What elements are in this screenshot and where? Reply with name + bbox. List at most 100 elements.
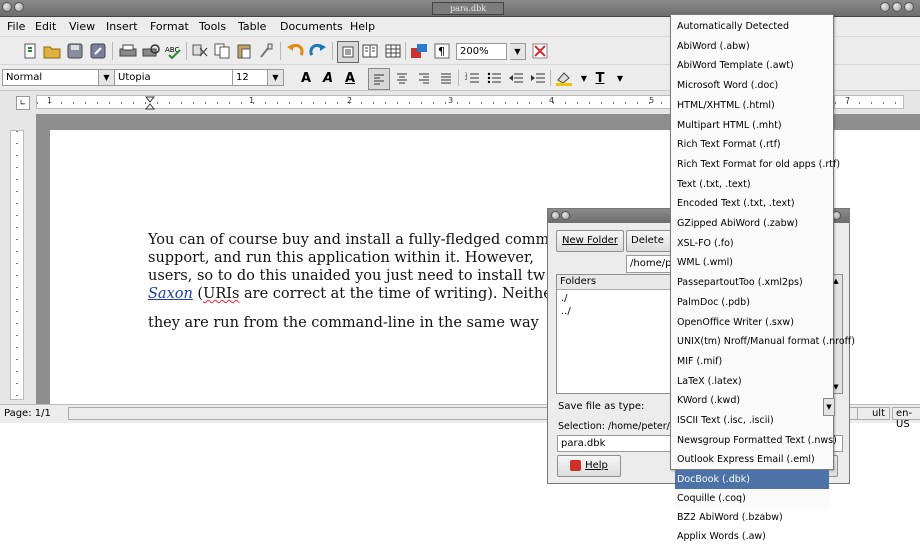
new-document-icon[interactable] [20, 41, 40, 61]
zoom-select[interactable]: 200% [456, 43, 507, 60]
file-type-option[interactable]: Text (.txt, .text) [675, 175, 829, 195]
numbered-list-icon[interactable]: 12 [462, 68, 482, 88]
file-type-option[interactable]: UNIX(tm) Nroff/Manual format (.nroff) [675, 332, 855, 352]
file-type-option[interactable]: LaTeX (.latex) [675, 372, 829, 392]
print-preview-icon[interactable] [141, 41, 161, 61]
italic-button[interactable]: A [318, 68, 338, 88]
folder-item[interactable]: ../ [557, 305, 670, 318]
new-folder-button[interactable]: New Folder [556, 230, 624, 252]
highlight-color-icon[interactable] [554, 68, 574, 88]
spelling-error[interactable]: URIs [203, 286, 239, 302]
window-menu-icon[interactable] [551, 211, 560, 220]
increase-indent-icon[interactable] [528, 68, 548, 88]
file-type-option[interactable]: PassepartoutToo (.xml2ps) [675, 273, 829, 293]
minimize-icon[interactable] [880, 2, 890, 12]
copy-icon[interactable] [212, 41, 232, 61]
file-type-option[interactable]: AbiWord Template (.awt) [675, 56, 829, 76]
file-type-option[interactable]: AbiWord (.abw) [675, 37, 829, 57]
font-size-select[interactable]: 12 ▼ [232, 69, 284, 86]
print-icon[interactable] [118, 41, 138, 61]
menu-documents[interactable]: Documents [280, 20, 343, 33]
file-type-option[interactable]: PalmDoc (.pdb) [675, 293, 829, 313]
decrease-indent-icon[interactable] [506, 68, 526, 88]
file-type-option[interactable]: KWord (.kwd) [675, 391, 829, 411]
menu-view[interactable]: View [69, 20, 95, 33]
file-type-option[interactable]: Automatically Detected [675, 17, 829, 37]
file-type-option[interactable]: Outlook Express Email (.eml) [675, 450, 829, 470]
align-center-button[interactable] [392, 68, 412, 88]
menu-edit[interactable]: Edit [35, 20, 56, 33]
menu-table[interactable]: Table [238, 20, 266, 33]
window-menu-icon[interactable] [2, 2, 12, 12]
file-type-option[interactable]: GZipped AbiWord (.zabw) [675, 214, 829, 234]
maximize-icon[interactable] [892, 2, 902, 12]
menu-tools[interactable]: Tools [199, 20, 226, 33]
document-line-5[interactable]: they are run from the command-line in th… [148, 314, 539, 333]
document-line-4[interactable]: Saxon (URIs are correct at the time of w… [148, 285, 552, 304]
text-color-button[interactable]: T [590, 68, 610, 88]
paste-icon[interactable] [234, 41, 254, 61]
document-line-1[interactable]: You can of course buy and install a full… [148, 231, 549, 250]
spellcheck-icon[interactable]: ABC [164, 41, 184, 61]
zoom-settings-icon[interactable] [530, 41, 550, 61]
file-type-option[interactable]: Multipart HTML (.mht) [675, 116, 829, 136]
indent-marker-icon[interactable] [145, 96, 155, 110]
file-type-option[interactable]: Microsoft Word (.doc) [675, 76, 829, 96]
menu-help[interactable]: Help [350, 20, 375, 33]
table-icon[interactable] [383, 41, 403, 61]
file-type-option[interactable]: Newsgroup Formatted Text (.nws) [675, 431, 837, 451]
document-line-3[interactable]: users, so to do this unaided you just ne… [148, 267, 545, 286]
font-select[interactable]: ▼ Utopia [98, 69, 238, 86]
file-type-option[interactable]: OpenOffice Writer (.sxw) [675, 313, 829, 333]
shade-icon[interactable] [561, 211, 570, 220]
document-line-2[interactable]: support, and run this application within… [148, 249, 534, 268]
horizontal-ruler[interactable]: 1 1 2 3 4 5 [36, 95, 716, 110]
file-type-option[interactable]: Rich Text Format for old apps (.rtf) [675, 155, 840, 175]
file-type-option[interactable]: Coquille (.coq) [675, 489, 829, 509]
close-icon[interactable] [904, 2, 914, 12]
pilcrow-icon[interactable]: ¶ [432, 41, 452, 61]
vertical-ruler-track[interactable] [10, 130, 24, 400]
align-justify-button[interactable] [436, 68, 456, 88]
align-right-button[interactable] [414, 68, 434, 88]
cut-icon[interactable] [190, 41, 210, 61]
file-type-option-selected[interactable]: DocBook (.dbk) [675, 470, 829, 490]
file-type-option[interactable]: Encoded Text (.txt, .text) [675, 194, 829, 214]
undo-icon[interactable] [285, 41, 305, 61]
save-icon[interactable] [65, 41, 85, 61]
file-type-option[interactable]: Applix Words (.aw) [675, 527, 829, 546]
format-painter-icon[interactable] [256, 41, 276, 61]
shade-icon[interactable] [14, 2, 24, 12]
folder-item[interactable]: ./ [557, 292, 670, 305]
chevron-down-icon[interactable]: ▼ [823, 398, 835, 416]
menu-insert[interactable]: Insert [106, 20, 138, 33]
underline-button[interactable]: A [340, 68, 360, 88]
file-type-option[interactable]: MIF (.mif) [675, 352, 829, 372]
window-menu-buttons[interactable] [2, 2, 28, 13]
file-type-option[interactable]: ISCII Text (.isc, .iscii) [675, 411, 829, 431]
path-select[interactable]: /home/pe [626, 255, 678, 273]
file-type-option[interactable]: HTML/XHTML (.html) [675, 96, 829, 116]
saxon-link[interactable]: Saxon [148, 286, 193, 302]
page-layout-icon[interactable] [337, 41, 359, 63]
insert-image-icon[interactable] [409, 41, 429, 61]
file-type-option[interactable]: Rich Text Format (.rtf) [675, 135, 829, 155]
folders-list[interactable]: Folders ./ ../ [556, 274, 671, 394]
bold-button[interactable]: A [296, 68, 316, 88]
file-type-option[interactable]: WML (.wml) [675, 253, 829, 273]
file-type-option[interactable]: XSL-FO (.fo) [675, 234, 829, 254]
columns-icon[interactable] [360, 41, 380, 61]
zoom-dropdown-button[interactable]: ▼ [510, 43, 526, 60]
menu-file[interactable]: File [7, 20, 25, 33]
file-type-option[interactable]: BZ2 AbiWord (.bzabw) [675, 508, 829, 527]
tab-stop-icon[interactable]: ∟ [16, 96, 30, 110]
align-left-button[interactable] [368, 68, 390, 90]
chevron-down-icon[interactable]: ▼ [610, 68, 630, 88]
save-as-icon[interactable] [88, 41, 108, 61]
open-folder-icon[interactable] [42, 41, 62, 61]
bulleted-list-icon[interactable] [484, 68, 504, 88]
menu-format[interactable]: Format [150, 20, 189, 33]
delete-file-button[interactable]: Delete Fi [626, 230, 672, 266]
help-button[interactable]: Help [557, 455, 621, 477]
ruler-right-section[interactable]: 7 [834, 95, 904, 109]
